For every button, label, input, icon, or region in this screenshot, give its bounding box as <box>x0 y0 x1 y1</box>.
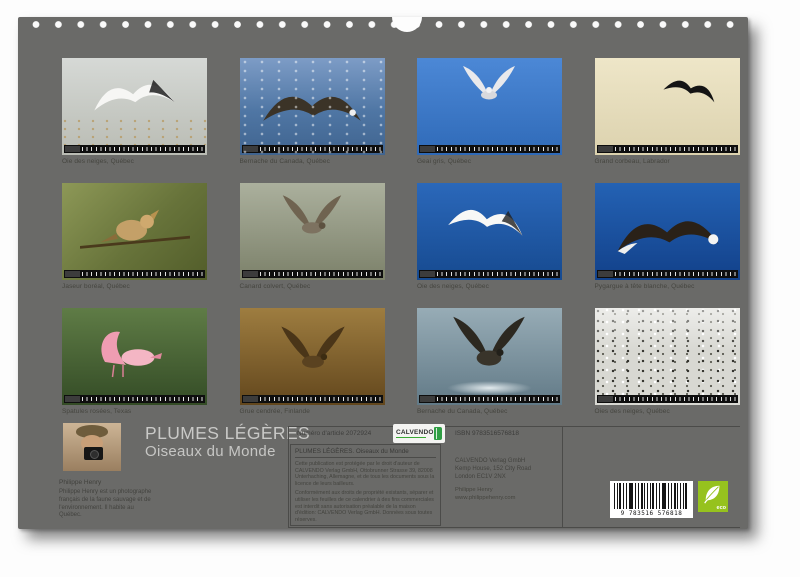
copyright-box-title: PLUMES LÉGÈRES. Oiseaux du Monde <box>295 448 436 458</box>
photo-cell: Grue cendrée, Finlande <box>240 308 385 418</box>
eco-badge: eco <box>698 481 728 512</box>
mini-calendar-strip <box>242 145 383 153</box>
bird-silhouette-icon <box>274 324 352 373</box>
photo-cell: Geai gris, Québec <box>417 58 562 168</box>
divider-vertical-right <box>562 426 563 527</box>
isbn-number: ISBN 9783516576818 <box>455 430 519 437</box>
mini-calendar-strip <box>597 145 738 153</box>
mini-calendar-strip <box>64 395 205 403</box>
photo-cell: Jaseur boréal, Québec <box>62 183 207 293</box>
mini-calendar-strip <box>419 145 560 153</box>
photo-cell: Bernache du Canada, Québec <box>240 58 385 168</box>
water-splash <box>447 381 532 395</box>
divider-vertical-left <box>288 426 289 527</box>
photo-cell: Oie des neiges, Québec <box>417 183 562 293</box>
barcode-digits: 9 783516 576818 <box>614 510 689 517</box>
author-name: Philippe Henry <box>59 479 101 486</box>
photo-mallard <box>240 183 385 280</box>
photo-caption: Oie des neiges, Québec <box>62 158 207 165</box>
bird-silhouette-icon <box>80 201 190 270</box>
mini-calendar-strip <box>597 270 738 278</box>
bird-silhouette-icon <box>457 64 521 104</box>
photo-canada-goose-flapping <box>417 308 562 405</box>
calvendo-book-icon <box>434 427 442 440</box>
bird-silhouette-icon <box>610 193 722 268</box>
hanging-hole-notch <box>392 17 422 32</box>
calvendo-logo: CALVENDO <box>393 424 445 443</box>
divider-bottom <box>288 527 740 528</box>
photo-cell: Bernache du Canada, Québec <box>417 308 562 418</box>
calvendo-wordmark: CALVENDO <box>396 429 434 436</box>
photo-caption: Grue cendrée, Finlande <box>240 408 385 415</box>
photo-caption: Canard colvert, Québec <box>240 283 385 290</box>
isbn-barcode: 9 783516 576818 <box>610 481 693 518</box>
photo-gray-jay <box>417 58 562 155</box>
photo-caption: Bernache du Canada, Québec <box>240 158 385 165</box>
photo-roseate-spoonbills <box>62 308 207 405</box>
photo-snow-goose-blue-sky <box>417 183 562 280</box>
photo-caption: Oies des neiges, Québec <box>595 408 740 415</box>
photo-grid: Oie des neiges, Québec Bernache du Canad… <box>62 58 740 418</box>
author-bio: Philippe Henry est un photographe frança… <box>59 489 153 520</box>
photo-snow-geese-flock <box>595 308 740 405</box>
mini-calendar-strip <box>419 395 560 403</box>
photo-raven <box>595 58 740 155</box>
mini-calendar-strip <box>242 270 383 278</box>
photographer-contact: Philippe Henry www.philippehenry.com <box>455 487 515 502</box>
camera-lens-icon <box>90 450 99 459</box>
bird-silhouette-icon <box>659 64 722 112</box>
mini-calendar-strip <box>64 145 205 153</box>
mini-calendar-strip <box>64 270 205 278</box>
mini-calendar-strip <box>242 395 383 403</box>
calvendo-tagline-line <box>396 437 426 439</box>
photo-cell: Spatules rosées, Texas <box>62 308 207 418</box>
photo-cell: Oie des neiges, Québec <box>62 58 207 168</box>
bird-silhouette-icon <box>260 72 364 137</box>
photo-crane-landing <box>240 308 385 405</box>
bird-silhouette-icon <box>78 320 174 380</box>
photo-caption: Bernache du Canada, Québec <box>417 408 562 415</box>
divider-top <box>288 426 740 427</box>
mini-calendar-strip <box>419 270 560 278</box>
publisher-address: CALVENDO Verlag GmbH Kemp House, 152 Cit… <box>455 458 531 481</box>
photo-cell: Grand corbeau, Labrador <box>595 58 740 168</box>
photo-caption: Oie des neiges, Québec <box>417 283 562 290</box>
bird-silhouette-icon <box>87 62 178 124</box>
photo-cell: Oies des neiges, Québec <box>595 308 740 418</box>
photo-waxwing-on-branch <box>62 183 207 280</box>
photo-canada-goose-gliding <box>240 58 385 155</box>
bird-silhouette-icon <box>276 193 348 238</box>
bird-silhouette-icon <box>444 188 530 249</box>
calendar-subtitle: Oiseaux du Monde <box>145 443 276 460</box>
photo-caption: Grand corbeau, Labrador <box>595 158 740 165</box>
copyright-paragraph: Cette publication est protégée par le dr… <box>295 461 436 487</box>
photo-caption: Pygargue à tête blanche, Québec <box>595 283 740 290</box>
author-portrait <box>63 423 121 471</box>
calendar-back-cover: Oie des neiges, Québec Bernache du Canad… <box>18 17 748 529</box>
calendar-title: PLUMES LÉGÈRES <box>145 423 310 444</box>
photo-caption: Spatules rosées, Texas <box>62 408 207 415</box>
photo-caption: Geai gris, Québec <box>417 158 562 165</box>
photo-cell: Canard colvert, Québec <box>240 183 385 293</box>
bird-silhouette-icon <box>445 314 533 369</box>
photo-cell: Pygargue à tête blanche, Québec <box>595 183 740 293</box>
eco-label: eco <box>717 505 726 511</box>
mini-calendar-strip <box>597 395 738 403</box>
spiral-binding-holes <box>32 20 734 29</box>
usage-paragraph: Conformément aux droits de propriété exi… <box>295 490 436 523</box>
article-number: Numéro d'article 2072924 <box>297 430 371 437</box>
photo-bald-eagle <box>595 183 740 280</box>
photo-snow-goose-takeoff <box>62 58 207 155</box>
copyright-box: PLUMES LÉGÈRES. Oiseaux du Monde Cette p… <box>290 444 441 526</box>
photo-caption: Jaseur boréal, Québec <box>62 283 207 290</box>
barcode-bars <box>614 483 689 509</box>
leaf-icon <box>702 483 724 505</box>
